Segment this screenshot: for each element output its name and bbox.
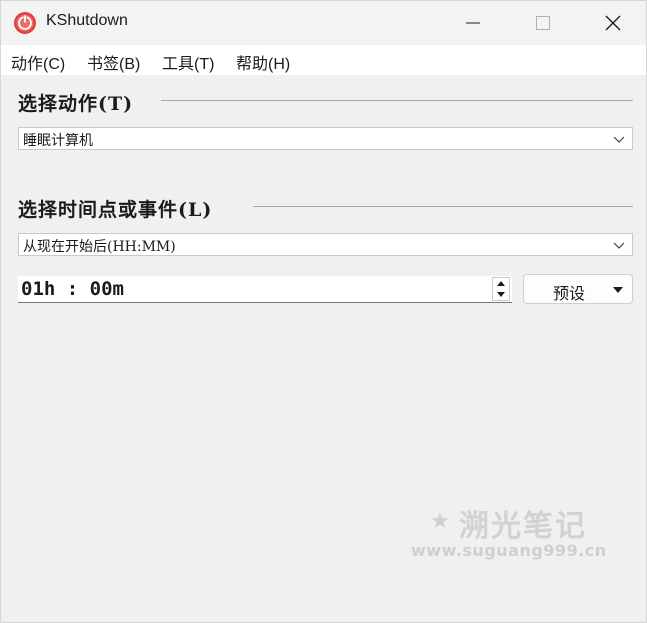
watermark-url: www.suguang999.cn	[411, 541, 607, 560]
minimize-icon	[466, 22, 480, 24]
time-spinner	[492, 277, 510, 301]
maximize-icon	[536, 16, 550, 30]
spin-down-button[interactable]	[493, 289, 509, 300]
menu-bookmarks[interactable]: 书签(B)	[87, 50, 140, 74]
chevron-down-icon	[613, 242, 625, 249]
menu-action[interactable]: 动作(C)	[11, 50, 65, 74]
preset-button[interactable]: 预设	[523, 274, 633, 304]
kshutdown-window: KShutdown 动作(C) 书签(B) 工具(T) 帮助(H) 选择动作(T…	[0, 0, 647, 623]
section-divider	[161, 100, 633, 101]
menu-tools[interactable]: 工具(T)	[162, 50, 214, 74]
menu-help[interactable]: 帮助(H)	[236, 50, 290, 74]
section-divider	[253, 206, 633, 207]
window-title: KShutdown	[46, 12, 128, 29]
power-icon	[13, 11, 37, 35]
watermark: ★ 溯光笔记 www.suguang999.cn	[411, 501, 621, 571]
close-icon	[605, 15, 621, 31]
time-input[interactable]: 01h : 00m	[18, 276, 512, 303]
preset-button-label: 预设	[553, 284, 586, 303]
action-select[interactable]: 睡眠计算机	[18, 127, 633, 150]
minimize-button[interactable]	[438, 1, 508, 45]
action-select-value: 睡眠计算机	[23, 133, 93, 149]
watermark-title: 溯光笔记	[459, 509, 587, 544]
time-mode-select-value: 从现在开始后(HH:MM)	[23, 239, 176, 255]
title-bar: KShutdown	[1, 1, 646, 45]
time-section-title: 选择时间点或事件(L)	[18, 199, 213, 221]
chevron-down-icon	[613, 136, 625, 143]
time-mode-select[interactable]: 从现在开始后(HH:MM)	[18, 233, 633, 256]
dropdown-arrow-icon	[613, 287, 623, 293]
time-input-value: 01h : 00m	[21, 278, 124, 300]
action-section-title: 选择动作(T)	[18, 93, 134, 115]
triangle-up-icon	[497, 281, 505, 286]
star-icon: ★	[430, 509, 450, 534]
close-button[interactable]	[578, 1, 647, 45]
maximize-button[interactable]	[508, 1, 578, 45]
spin-up-button[interactable]	[493, 278, 509, 289]
triangle-down-icon	[497, 292, 505, 297]
menu-bar: 动作(C) 书签(B) 工具(T) 帮助(H)	[1, 45, 646, 75]
